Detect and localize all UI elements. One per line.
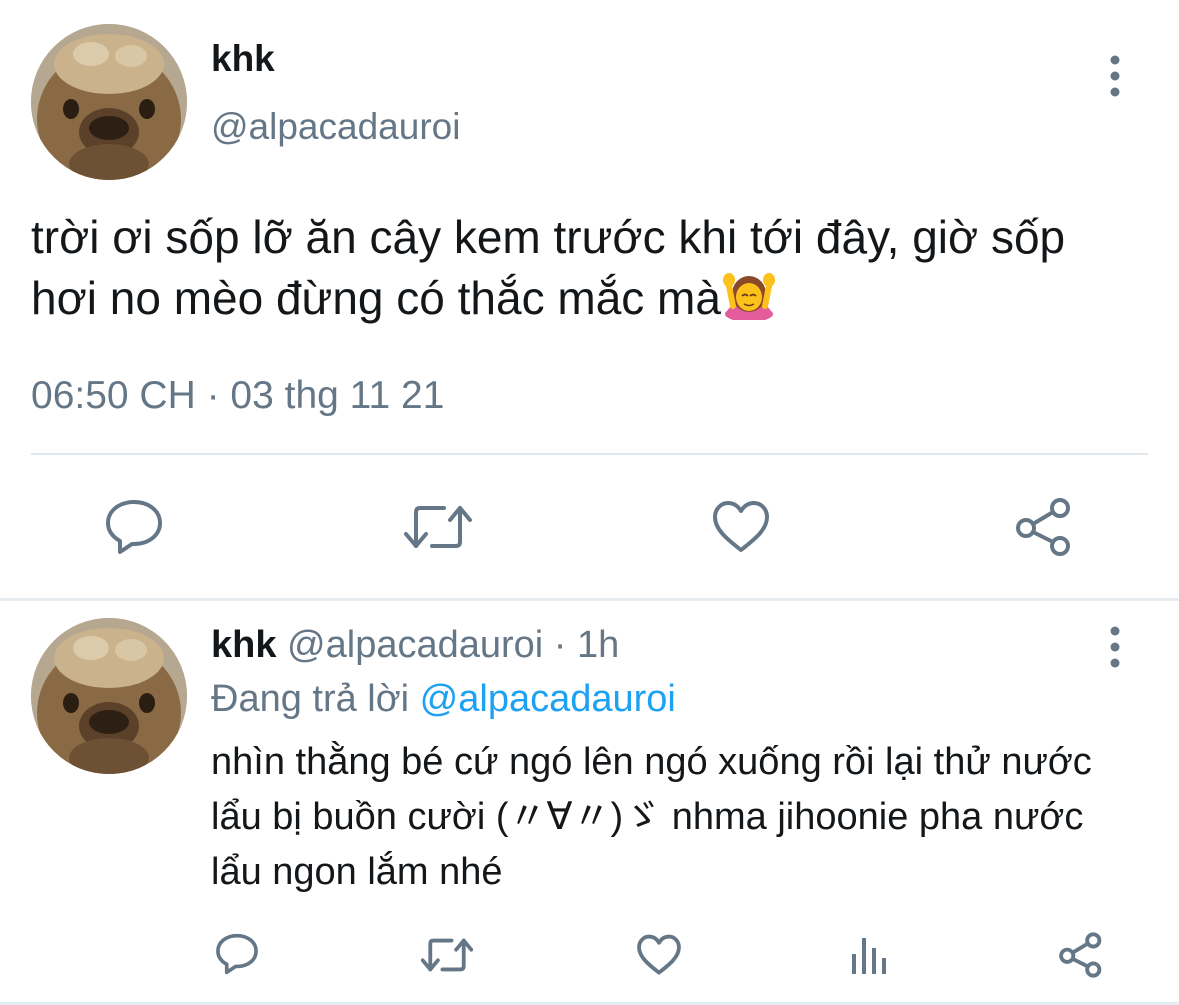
more-options-icon[interactable] xyxy=(1100,623,1130,671)
retweet-icon[interactable] xyxy=(420,936,474,979)
retweet-icon[interactable] xyxy=(404,502,472,557)
reply-text: nhìn thằng bé cứ ngó lên ngó xuống rồi l… xyxy=(211,741,1092,893)
reply-header: khk @alpacadauroi · 1h xyxy=(211,624,619,667)
like-icon[interactable] xyxy=(711,500,771,559)
more-options-icon[interactable] xyxy=(1100,52,1130,100)
like-icon[interactable] xyxy=(636,934,682,981)
tweet-text-content: trời ơi sốp lỡ ăn cây kem trước khi tới … xyxy=(31,211,1066,324)
tweet-timestamp[interactable]: 06:50 CH · 03 thg 11 21 xyxy=(31,374,444,418)
reply-time[interactable]: 1h xyxy=(577,624,619,666)
avatar[interactable] xyxy=(31,618,187,774)
tweet-text: trời ơi sốp lỡ ăn cây kem trước khi tới … xyxy=(31,207,1141,329)
share-icon[interactable] xyxy=(1058,932,1104,983)
author-handle[interactable]: @alpacadauroi xyxy=(211,106,460,148)
reply-tweet[interactable]: khk @alpacadauroi · 1h Đang trả lời @alp… xyxy=(0,601,1179,1005)
woman-getting-massage-emoji-icon xyxy=(721,270,777,322)
divider xyxy=(31,453,1148,455)
author-handle[interactable]: @alpacadauroi xyxy=(287,624,543,666)
replying-prefix: Đang trả lời xyxy=(211,678,420,720)
reply-icon[interactable] xyxy=(104,498,164,561)
main-tweet: khk @alpacadauroi trời ơi sốp lỡ ăn cây … xyxy=(0,0,1179,598)
author-name[interactable]: khk xyxy=(211,38,275,80)
share-icon[interactable] xyxy=(1014,497,1074,562)
reply-icon[interactable] xyxy=(215,932,259,981)
replying-to: Đang trả lời @alpacadauroi xyxy=(211,678,676,721)
header-separator: · xyxy=(543,624,578,666)
avatar[interactable] xyxy=(31,24,187,180)
replying-mention-link[interactable]: @alpacadauroi xyxy=(420,678,676,720)
analytics-icon[interactable] xyxy=(849,934,889,981)
author-name[interactable]: khk xyxy=(211,624,276,666)
